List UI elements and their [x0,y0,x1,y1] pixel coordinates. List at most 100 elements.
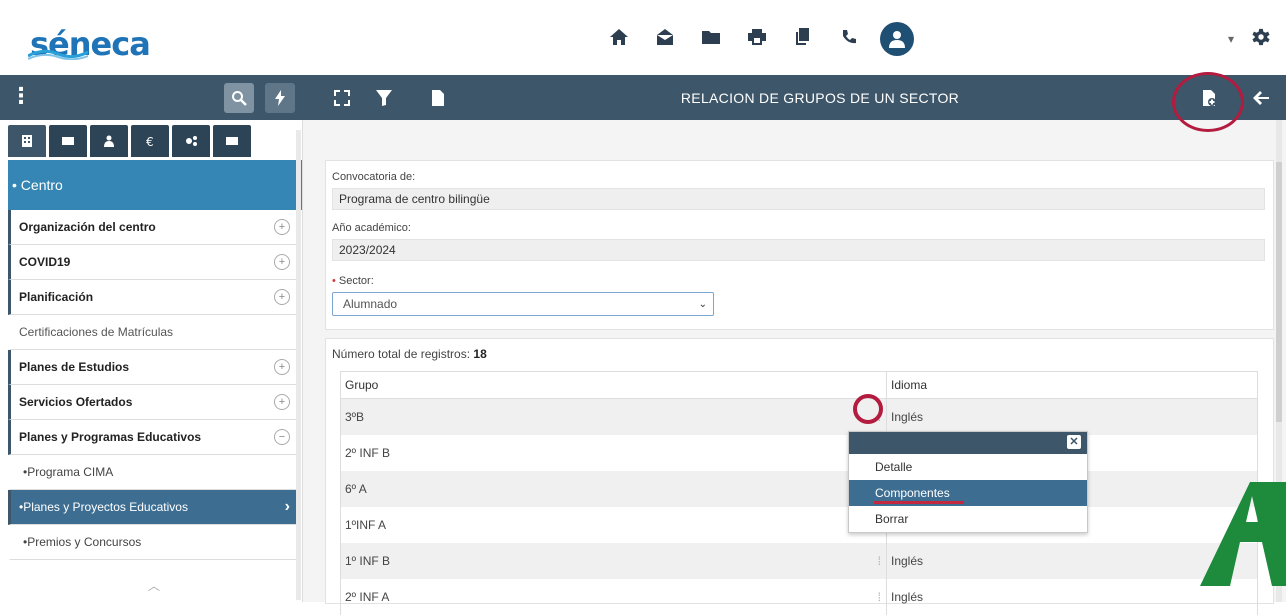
expand-plus-icon[interactable]: + [274,254,290,270]
main-content: Convocatoria de: Programa de centro bili… [303,120,1286,615]
tab-mensajes[interactable] [213,125,251,157]
anio-field: 2023/2024 [332,239,1265,261]
filter-button[interactable] [364,75,404,120]
sidebar-item-organizacion[interactable]: Organización del centro + [8,210,300,245]
svg-text:€: € [146,135,154,148]
nav-bar: ⋮ RELACION DE GRUPOS DE UN SECTOR [0,75,1286,120]
printer-icon[interactable] [742,22,772,52]
cell-grupo-text: 1ºINF A [345,518,387,532]
sidebar-item-label: •Planes y Proyectos Educativos [19,500,188,514]
user-avatar[interactable] [880,22,914,56]
sidebar-item-label: COVID19 [19,255,71,269]
expand-plus-icon[interactable]: + [274,394,290,410]
sidebar-item-programa-cima[interactable]: •Programa CIMA [8,455,300,490]
id-card-icon [62,137,74,145]
quick-access-button[interactable] [265,83,295,113]
expand-plus-icon[interactable]: + [274,359,290,375]
profile-dropdown-caret[interactable]: ▾ [1228,32,1234,46]
row-context-menu: ✕ Detalle Componentes Borrar [848,431,1088,533]
seneca-logo[interactable]: séneca [28,20,151,68]
close-icon[interactable]: ✕ [1067,435,1081,449]
convocatoria-field: Programa de centro bilingüe [332,188,1265,210]
sidebar-item-premios[interactable]: •Premios y Concursos [8,525,300,560]
menu-item-borrar[interactable]: Borrar [849,506,1087,532]
expand-plus-icon[interactable]: + [274,289,290,305]
sector-select[interactable]: Alumnado ⌄ [332,292,714,316]
section-title: • Centro [8,160,302,210]
cell-grupo: 6º A [340,471,887,507]
menu-item-detalle[interactable]: Detalle [849,454,1087,480]
table-row[interactable]: 2º INF B [340,435,1258,471]
sidebar-item-planes-estudios[interactable]: Planes de Estudios + [8,350,300,385]
phone-icon[interactable] [834,22,864,52]
sector-label: • Sector: [332,275,374,287]
row-menu-icon[interactable]: ⁞ [878,554,881,568]
cell-grupo: 2º INF A ⁞ [340,579,887,615]
sidebar-item-certificaciones[interactable]: Certificaciones de Matrículas [8,315,300,350]
building-icon [22,135,32,147]
cell-grupo: 1ºINF A [340,507,887,543]
expand-button[interactable] [322,75,362,120]
top-right-controls: ▾ [1228,28,1270,49]
table-row[interactable]: 1º INF B ⁞ Inglés [340,543,1258,579]
page-title: RELACION DE GRUPOS DE UN SECTOR [680,89,960,106]
cell-grupo: 2º INF B [340,435,887,471]
scroll-up-icon[interactable]: ︿ [8,572,300,598]
euro-icon: € [146,135,154,148]
tab-alumnado[interactable] [90,125,128,157]
total-records-label: Número total de registros: [332,347,471,361]
sidebar-scrollbar[interactable] [296,130,301,600]
sidebar-menu: Organización del centro + COVID19 + Plan… [8,210,300,560]
table-row[interactable]: 3ºB ⁞ Inglés [340,398,1258,435]
table-row[interactable]: 1ºINF A [340,507,1258,543]
search-icon [232,91,247,106]
users-icon [104,135,114,147]
sidebar-item-label: •Premios y Concursos [23,535,142,549]
sidebar-item-label: Servicios Ofertados [19,395,133,409]
cell-grupo-text: 6º A [345,482,367,496]
table-row[interactable]: 6º A [340,471,1258,507]
sidebar-item-label: Planes y Programas Educativos [19,430,202,444]
tab-configuracion[interactable] [172,125,210,157]
back-button[interactable] [1238,75,1284,120]
total-records-value: 18 [473,347,487,361]
tab-personal[interactable] [49,125,87,157]
pdf-button[interactable] [418,75,458,120]
chevron-down-icon: ⌄ [698,298,707,310]
user-icon [889,31,905,48]
sidebar-item-label: •Programa CIMA [23,465,114,479]
expand-plus-icon[interactable]: + [274,219,290,235]
tab-economia[interactable]: € [131,125,169,157]
filter-form: Convocatoria de: Programa de centro bili… [325,160,1274,330]
sidebar-header: ⋮ [0,75,302,120]
arrow-left-icon [1253,90,1269,105]
sidebar-item-planes-proyectos[interactable]: •Planes y Proyectos Educativos › [8,490,300,525]
folder-icon[interactable] [696,22,726,52]
envelope-open-icon[interactable] [650,22,680,52]
sidebar-item-planes-programas[interactable]: Planes y Programas Educativos − [8,420,300,455]
search-button[interactable] [224,83,254,113]
sidebar-item-planificacion[interactable]: Planificación + [8,280,300,315]
kebab-menu-icon[interactable]: ⋮ [10,85,32,109]
scrollbar-thumb[interactable] [1276,162,1282,422]
convocatoria-label: Convocatoria de: [332,171,416,183]
table-row[interactable]: 2º INF A ⁞ Inglés [340,579,1258,615]
column-header-grupo[interactable]: Grupo [340,371,887,399]
cogs-icon [186,136,197,146]
sidebar-item-covid19[interactable]: COVID19 + [8,245,300,280]
copy-icon[interactable] [788,22,818,52]
sidebar-item-servicios[interactable]: Servicios Ofertados + [8,385,300,420]
collapse-minus-icon[interactable]: − [274,429,290,445]
envelope-icon [226,137,238,145]
gear-icon[interactable] [1252,28,1270,49]
chevron-right-icon: › [284,498,290,515]
column-header-idioma[interactable]: Idioma [886,371,1258,399]
context-menu-header: ✕ [849,432,1087,454]
cell-grupo-text: 3ºB [345,410,365,424]
junta-andalucia-logo [1200,482,1286,586]
logo-wave-icon [28,49,88,60]
sidebar-item-label: Planificación [19,290,94,304]
sector-label-text: Sector: [338,275,374,287]
home-icon[interactable] [604,22,634,52]
tab-centro[interactable] [8,125,46,157]
